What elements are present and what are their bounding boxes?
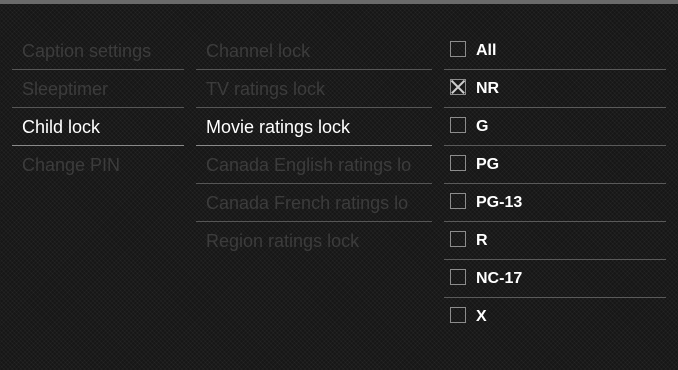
checkbox-icon: [450, 41, 466, 57]
submenu-item-tv-ratings-lock[interactable]: TV ratings lock: [196, 70, 432, 108]
menu-item-caption-settings[interactable]: Caption settings: [12, 32, 184, 70]
submenu-item-canada-english-ratings-lock[interactable]: Canada English ratings lo: [196, 146, 432, 184]
submenu-item-label: Canada English ratings lo: [206, 155, 412, 175]
submenu-item-label: Region ratings lock: [206, 231, 360, 251]
rating-label: X: [476, 308, 487, 325]
rating-label: All: [476, 42, 497, 59]
rating-option-nr[interactable]: NR: [444, 70, 666, 108]
rating-option-x[interactable]: X: [444, 298, 666, 336]
menu-item-label: Child lock: [22, 117, 101, 137]
rating-label: R: [476, 232, 488, 249]
submenu-item-label: Movie ratings lock: [206, 117, 351, 137]
rating-option-pg[interactable]: PG: [444, 146, 666, 184]
tv-menu-screen: Caption settings Sleeptimer Child lock C…: [0, 0, 678, 370]
menu-item-label: Sleeptimer: [22, 79, 109, 99]
checkbox-icon: [450, 117, 466, 133]
checkbox-icon: [450, 269, 466, 285]
rating-option-pg-13[interactable]: PG-13: [444, 184, 666, 222]
submenu-item-label: TV ratings lock: [206, 79, 326, 99]
rating-option-g[interactable]: G: [444, 108, 666, 146]
rating-label: PG: [476, 156, 500, 173]
submenu-item-canada-french-ratings-lock[interactable]: Canada French ratings lo: [196, 184, 432, 222]
checkbox-icon: [450, 307, 466, 323]
rating-label: G: [476, 118, 489, 135]
rating-label: NC-17: [476, 270, 523, 287]
rating-label: NR: [476, 80, 500, 97]
menu-item-change-pin[interactable]: Change PIN: [12, 146, 184, 184]
submenu-item-movie-ratings-lock[interactable]: Movie ratings lock: [196, 108, 432, 146]
checkbox-icon: [450, 155, 466, 171]
movie-ratings-list: All NR G PG PG-13 R NC-17 X: [444, 32, 666, 336]
child-lock-submenu: Channel lock TV ratings lock Movie ratin…: [196, 32, 432, 260]
rating-label: PG-13: [476, 194, 523, 211]
menu-item-label: Caption settings: [22, 41, 152, 61]
submenu-item-label: Canada French ratings lo: [206, 193, 409, 213]
menu-item-sleeptimer[interactable]: Sleeptimer: [12, 70, 184, 108]
main-menu: Caption settings Sleeptimer Child lock C…: [12, 32, 184, 184]
rating-option-r[interactable]: R: [444, 222, 666, 260]
menu-item-label: Change PIN: [22, 155, 121, 175]
rating-option-all[interactable]: All: [444, 32, 666, 70]
rating-option-nc-17[interactable]: NC-17: [444, 260, 666, 298]
submenu-item-channel-lock[interactable]: Channel lock: [196, 32, 432, 70]
menu-item-child-lock[interactable]: Child lock: [12, 108, 184, 146]
checkbox-icon: [450, 193, 466, 209]
submenu-item-label: Channel lock: [206, 41, 311, 61]
checkbox-checked-icon: [450, 79, 466, 95]
top-rule: [0, 0, 678, 4]
submenu-item-region-ratings-lock[interactable]: Region ratings lock: [196, 222, 432, 260]
checkbox-icon: [450, 231, 466, 247]
